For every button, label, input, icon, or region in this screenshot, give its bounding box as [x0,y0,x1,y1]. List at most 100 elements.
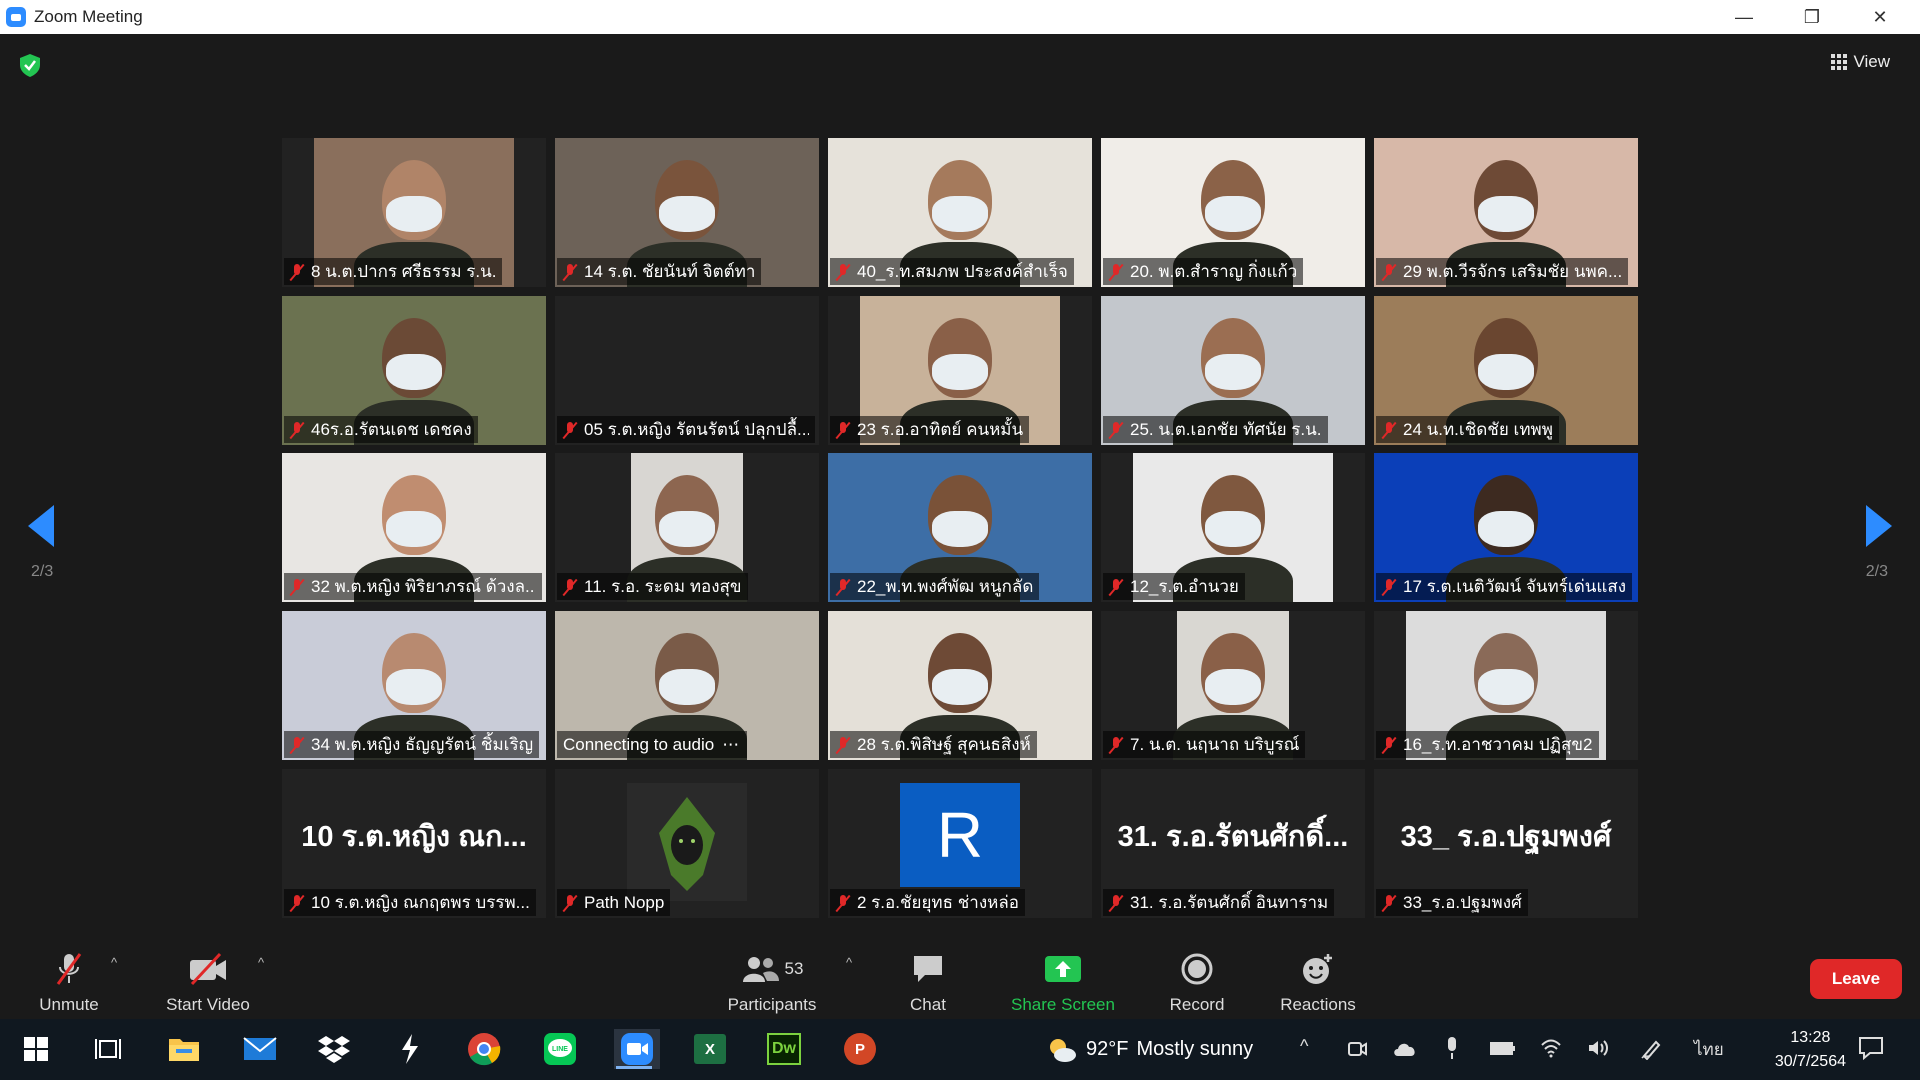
more-options-dots-icon[interactable]: ⋯ [722,735,739,755]
participant-tile[interactable]: 28 ร.ต.พิสิษฐ์ สุคนธสิงห์ [828,611,1092,760]
participant-tile[interactable]: 17 ร.ต.เนติวัฒน์ จันทร์เด่นแสง [1374,453,1638,602]
video-options-caret-icon[interactable]: ^ [258,955,264,970]
participant-tile[interactable]: 11. ร.อ. ระดม ทองสุข [555,453,819,602]
notification-center-icon[interactable] [1858,1036,1884,1060]
minimize-button[interactable]: — [1710,0,1778,34]
task-view-icon[interactable] [88,1029,128,1069]
excel-icon[interactable]: X [690,1029,730,1069]
participant-tile[interactable]: 29 พ.ต.วีรจักร เสริมชัย นพค... [1374,138,1638,287]
participant-name-label: 34 พ.ต.หญิง ธัญญรัตน์ ชิ้มเริญ [284,731,540,758]
participant-name-display: 10 ร.ต.หญิง ณก... [301,821,527,853]
participant-name: 10 ร.ต.หญิง ณกฤตพร บรรพ... [311,893,530,912]
participant-tile[interactable]: 34 พ.ต.หญิง ธัญญรัตน์ ชิ้มเริญ [282,611,546,760]
share-screen-label: Share Screen [1011,995,1115,1014]
close-button[interactable]: ✕ [1846,0,1914,34]
unmute-button[interactable]: Unmute [30,941,108,1015]
encryption-shield-icon[interactable] [17,52,43,78]
participant-name-label: 33_ร.อ.ปฐมพงศ์ [1376,889,1528,916]
mail-icon[interactable] [240,1029,280,1069]
participants-button[interactable]: 53 Participants [722,941,822,1015]
next-page-arrow-icon[interactable] [1866,505,1892,547]
chrome-icon[interactable] [464,1029,504,1069]
participant-tile[interactable]: 20. พ.ต.สำราญ กิ่งแก้ว [1101,138,1365,287]
face-mask [659,196,715,232]
bolt-app-icon[interactable] [390,1029,430,1069]
participant-name-label: 40_ร.ท.สมภพ ประสงค์สำเร็จ [830,258,1074,285]
participant-tile[interactable]: 31. ร.อ.รัตนศักดิ์... 31. ร.อ.รัตนศักดิ์ … [1101,769,1365,918]
smiley-plus-icon [1300,949,1336,989]
participant-name: 12_ร.ต.อำนวย [1130,577,1239,596]
participant-tile[interactable]: 12_ร.ต.อำนวย [1101,453,1365,602]
muted-mic-icon [288,578,306,596]
participant-tile[interactable]: 05 ร.ต.หญิง รัตนรัตน์ ปลุกปลื้... [555,296,819,445]
pen-ink-icon[interactable] [1640,1038,1662,1060]
audio-options-caret-icon[interactable]: ^ [111,955,117,970]
participant-tile[interactable]: 14 ร.ต. ชัยนันท์ จิตต์ทา [555,138,819,287]
clock-date: 30/7/2564 [1774,1053,1846,1070]
restore-button[interactable]: ❐ [1778,0,1846,34]
muted-mic-icon [834,263,852,281]
volume-icon[interactable] [1587,1038,1609,1058]
participant-name: 7. น.ต. นฤนาถ บริบูรณ์ [1130,735,1300,754]
dropbox-icon[interactable] [314,1029,354,1069]
muted-mic-icon [1107,421,1125,439]
system-clock[interactable]: 13:28 30/7/2564 [1775,1026,1846,1074]
participant-tile[interactable]: 8 น.ต.ปากร ศรีธรรม ร.น. [282,138,546,287]
face-mask [386,511,442,547]
record-button[interactable]: Record [1157,941,1237,1015]
show-hidden-icons-chevron-icon[interactable]: ^ [1300,1036,1308,1057]
participant-tile[interactable]: 24 น.ท.เชิดชัย เทพพู [1374,296,1638,445]
input-language-indicator[interactable]: ไทย [1694,1036,1724,1063]
face-mask [1205,354,1261,390]
muted-mic-icon [1380,578,1398,596]
meet-now-camera-icon[interactable] [1347,1038,1367,1060]
face-mask [932,196,988,232]
muted-mic-icon [1107,263,1125,281]
face-mask [386,669,442,705]
participant-tile[interactable]: R 2 ร.อ.ชัยยุทธ ช่างหล่อ [828,769,1092,918]
onedrive-cloud-icon[interactable] [1393,1040,1417,1058]
participant-name-label: 05 ร.ต.หญิง รัตนรัตน์ ปลุกปลื้... [557,416,815,443]
start-video-button[interactable]: Start Video [158,941,258,1015]
participant-tile[interactable]: 46ร.อ.รัตนเดช เดชคง [282,296,546,445]
muted-mic-icon [1380,894,1398,912]
participant-name: 29 พ.ต.วีรจักร เสริมชัย นพค... [1403,262,1623,281]
previous-page-arrow-icon[interactable] [28,505,54,547]
participant-tile[interactable]: 33_ ร.อ.ปฐมพงศ์ 33_ร.อ.ปฐมพงศ์ [1374,769,1638,918]
file-explorer-icon[interactable] [164,1029,204,1069]
share-screen-button[interactable]: Share Screen [1000,941,1126,1015]
dreamweaver-icon[interactable]: Dw [764,1029,804,1069]
battery-icon[interactable] [1490,1040,1516,1056]
participant-tile[interactable]: Connecting to audio ⋯ [555,611,819,760]
participant-name: 31. ร.อ.รัตนศักดิ์ อินทาราม [1130,893,1329,912]
chat-button[interactable]: Chat [888,941,968,1015]
participant-name-label: 11. ร.อ. ระดม ทองสุข [557,573,748,600]
wifi-icon[interactable] [1540,1038,1562,1058]
powerpoint-icon[interactable]: P [840,1029,880,1069]
participant-tile[interactable]: 32 พ.ต.หญิง พิริยาภรณ์ ด้วงล... [282,453,546,602]
participant-tile[interactable]: 10 ร.ต.หญิง ณก... 10 ร.ต.หญิง ณกฤตพร บรรพ… [282,769,546,918]
participant-name-label: 7. น.ต. นฤนาถ บริบูรณ์ [1103,731,1306,758]
windows-start-icon[interactable] [16,1029,56,1069]
start-video-label: Start Video [166,995,250,1014]
participants-options-caret-icon[interactable]: ^ [846,955,852,970]
muted-mic-icon [561,894,579,912]
weather-temperature: 92°F [1086,1038,1129,1060]
microphone-tray-icon[interactable] [1445,1036,1459,1060]
leave-button[interactable]: Leave [1810,959,1902,999]
participant-tile[interactable]: 7. น.ต. นฤนาถ บริบูรณ์ [1101,611,1365,760]
face-mask [932,354,988,390]
participant-tile[interactable]: 22_พ.ท.พงศ์พัฒ หนูกลัด [828,453,1092,602]
zoom-taskbar-icon[interactable] [614,1029,660,1069]
line-icon[interactable]: LINE [540,1029,580,1069]
weather-widget[interactable]: 92°F Mostly sunny [1046,1019,1253,1080]
view-button[interactable]: View [1821,48,1900,76]
participant-tile[interactable]: Path Nopp [555,769,819,918]
participant-tile[interactable]: 25. น.ต.เอกชัย ทัศนัย ร.น. [1101,296,1365,445]
participant-tile[interactable]: 40_ร.ท.สมภพ ประสงค์สำเร็จ [828,138,1092,287]
muted-mic-icon [288,894,306,912]
reactions-button[interactable]: Reactions [1268,941,1368,1015]
participant-tile[interactable]: 16_ร.ท.อาชวาคม ปฏิสุข2 [1374,611,1638,760]
participant-tile[interactable]: 23 ร.อ.อาทิตย์ คนหมั้น [828,296,1092,445]
muted-mic-icon [834,421,852,439]
